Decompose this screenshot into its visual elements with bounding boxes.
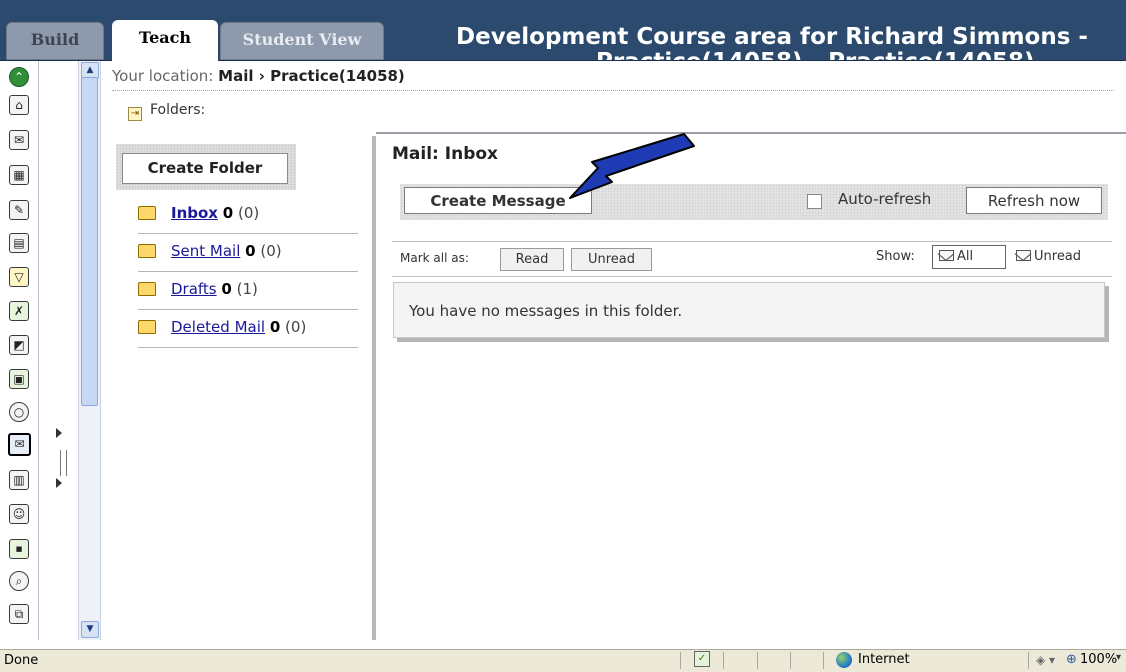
scroll-down-icon[interactable]: ▼ (81, 621, 99, 638)
folder-link[interactable]: Inbox (171, 204, 218, 222)
unread-count: 0 (221, 280, 232, 298)
syllabus-icon[interactable]: ▥ (9, 470, 29, 490)
create-folder-button[interactable]: Create Folder (122, 153, 288, 184)
folder-item-sent-mail[interactable]: Sent Mail 0 (0) (138, 236, 358, 272)
auto-refresh-label: Auto-refresh (838, 190, 932, 208)
refresh-now-button[interactable]: Refresh now (966, 187, 1102, 214)
scorm-icon[interactable]: ■ (9, 539, 29, 559)
breadcrumb: Your location: Mail › Practice(14058) (112, 67, 405, 85)
unread-count: 0 (269, 318, 281, 336)
unread-count: 0 (222, 204, 234, 222)
folders-expand-icon[interactable]: ⇥ (128, 107, 142, 121)
open-folder-icon (138, 206, 156, 220)
show-all-label: All (957, 249, 974, 264)
show-unread-filter[interactable]: Unread (1010, 245, 1100, 269)
folder-item-drafts[interactable]: Drafts 0 (1) (138, 274, 358, 310)
unread-count: 0 (245, 242, 256, 260)
status-text: Done (4, 653, 39, 668)
zoom-level[interactable]: 100% (1080, 652, 1117, 667)
location-path: Mail › Practice(14058) (218, 67, 405, 85)
home-icon[interactable]: ⌂ (9, 95, 29, 115)
total-count: (0) (285, 318, 307, 336)
content-icon[interactable]: ▤ (9, 233, 29, 253)
total-count: (0) (260, 242, 282, 260)
mark-unread-button[interactable]: Unread (571, 248, 652, 271)
envelope-icon (939, 250, 954, 261)
scrollbar-thumb[interactable] (81, 77, 98, 406)
folder-icon (138, 244, 156, 258)
envelope-icon (1016, 250, 1031, 261)
location-prefix: Your location: (112, 67, 214, 85)
top-bar: Build Teach Student View Development Cou… (0, 0, 1126, 61)
tab-build[interactable]: Build (6, 22, 104, 60)
folder-link[interactable]: Sent Mail (171, 242, 240, 260)
total-count: (1) (236, 280, 258, 298)
page-icon: ✓ (694, 651, 710, 667)
assignments-icon[interactable]: ✎ (9, 200, 29, 220)
page-title: Mail: Inbox (392, 144, 499, 164)
calendar-icon[interactable]: ▦ (9, 165, 29, 185)
tab-student-view[interactable]: Student View (220, 22, 384, 60)
divider (112, 90, 1114, 91)
folder-link[interactable]: Deleted Mail (171, 318, 265, 336)
announcements-icon[interactable]: ✉ (9, 130, 29, 150)
media-icon[interactable]: ▣ (9, 369, 29, 389)
show-unread-label: Unread (1034, 249, 1082, 264)
mark-read-button[interactable]: Read (500, 248, 564, 271)
folder-icon (138, 282, 156, 296)
collapse-icon[interactable]: ⌃ (9, 67, 29, 87)
folder-link[interactable]: Drafts (171, 280, 217, 298)
discussions-icon[interactable]: ▽ (9, 267, 29, 287)
grading-icon[interactable]: ✗ (9, 301, 29, 321)
total-count: (0) (237, 204, 260, 222)
icon-strip-scrollbar[interactable]: ▲ ▼ (78, 61, 101, 640)
globe-icon (836, 652, 852, 668)
strip-resize-handle[interactable] (56, 428, 68, 498)
assessments-icon[interactable]: ◩ (9, 335, 29, 355)
manage-files-icon[interactable]: ⧉ (9, 604, 29, 624)
zoom-dropdown-icon[interactable]: ▾ (1116, 652, 1121, 663)
folders-label: Folders: (150, 102, 206, 118)
search-icon[interactable]: ⌕ (9, 571, 29, 591)
auto-refresh-checkbox[interactable] (807, 194, 822, 209)
status-bar: Done (0, 649, 1126, 672)
tab-teach[interactable]: Teach (112, 20, 218, 61)
folder-item-inbox[interactable]: Inbox 0 (0) (138, 198, 358, 234)
security-zone: Internet (858, 652, 910, 667)
goals-icon[interactable]: ○ (9, 402, 29, 422)
mail-icon[interactable]: ✉ (8, 433, 31, 456)
empty-message: You have no messages in this folder. (409, 302, 683, 320)
who-is-online-icon[interactable]: ☺ (9, 504, 29, 524)
show-label: Show: (876, 249, 915, 264)
course-title-continued: Practice(14058) - Practice(14058) (596, 51, 1124, 60)
tool-icon-strip: ⌃ ⌂ ✉ ▦ ✎ ▤ ▽ ✗ ◩ ▣ ○ ✉ ▥ ☺ ■ ⌕ ⧉ (0, 61, 39, 640)
main-pane-border (376, 132, 1126, 134)
show-all-filter[interactable]: All (932, 245, 1006, 269)
annotation-arrow-icon (569, 133, 695, 199)
zoom-icon[interactable]: ⊕ (1066, 652, 1077, 667)
mark-all-label: Mark all as: (400, 251, 469, 265)
folder-item-deleted-mail[interactable]: Deleted Mail 0 (0) (138, 312, 358, 348)
folder-icon (138, 320, 156, 334)
protected-mode-icon[interactable]: ◈ ▾ (1036, 653, 1055, 667)
